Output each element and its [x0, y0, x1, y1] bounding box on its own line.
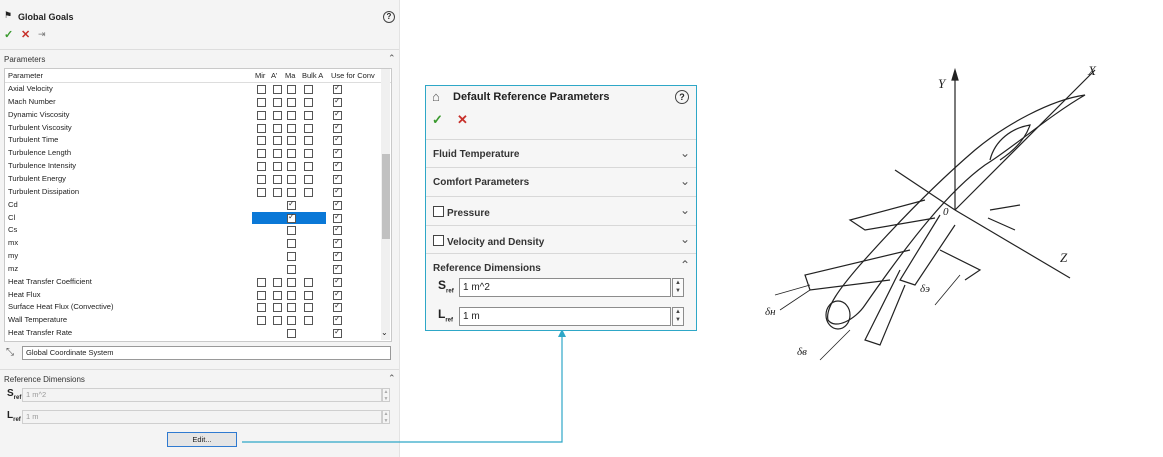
- z-axis-label: Z: [1060, 250, 1068, 265]
- velocity-density-checkbox[interactable]: [433, 235, 444, 246]
- l-ref-label: Lref: [438, 307, 453, 323]
- help-icon[interactable]: ?: [675, 90, 689, 104]
- aircraft-outline: [804, 94, 1086, 346]
- chevron-down-icon[interactable]: ⌄: [680, 232, 690, 246]
- s-ref-label: Sref: [438, 278, 454, 294]
- y-axis-label: Y: [938, 76, 947, 91]
- house-icon: ⌂: [432, 89, 440, 104]
- delta-v-label: δв: [797, 346, 807, 358]
- cancel-button[interactable]: ✕: [457, 112, 468, 128]
- s-ref-input[interactable]: 1 m^2: [459, 278, 671, 297]
- section-reference-dimensions[interactable]: Reference Dimensions ⌃ Sref 1 m^2 ▲ ▼ Lre…: [426, 253, 696, 330]
- origin-label: 0: [943, 206, 949, 218]
- x-axis-line: [954, 69, 1096, 211]
- chevron-down-icon[interactable]: ⌄: [680, 146, 690, 160]
- section-label: Reference Dimensions: [433, 263, 541, 274]
- l-ref-input[interactable]: 1 m: [459, 307, 671, 326]
- section-velocity-density[interactable]: Velocity and Density ⌄: [426, 225, 696, 254]
- delta-e-label: δэ: [920, 283, 930, 295]
- section-label: Pressure: [433, 206, 490, 219]
- section-comfort-parameters[interactable]: Comfort Parameters ⌄: [426, 167, 696, 196]
- chevron-down-icon[interactable]: ⌄: [680, 174, 690, 188]
- default-reference-parameters-dialog: ⌂ Default Reference Parameters ? ✓ ✕ Flu…: [425, 85, 697, 331]
- s-sub: ref: [446, 288, 454, 295]
- section-label: Velocity and Density: [433, 235, 544, 248]
- ok-button[interactable]: ✓: [432, 112, 443, 128]
- section-pressure[interactable]: Pressure ⌄: [426, 196, 696, 225]
- delta-n-label: δн: [765, 306, 776, 318]
- section-label: Comfort Parameters: [433, 177, 530, 188]
- axes: [894, 67, 1096, 279]
- dialog-title: Default Reference Parameters: [453, 91, 610, 103]
- chevron-up-icon[interactable]: ⌃: [680, 258, 690, 272]
- section-label: Fluid Temperature: [433, 149, 520, 160]
- section-fluid-temperature[interactable]: Fluid Temperature ⌄: [426, 139, 696, 168]
- x-axis-label: X: [1087, 63, 1097, 78]
- aircraft-axes-sketch: Y X Z 0 δн δэ δв: [765, 63, 1097, 361]
- pressure-checkbox[interactable]: [433, 206, 444, 217]
- l-sub: ref: [445, 317, 454, 324]
- pressure-label: Pressure: [447, 208, 490, 219]
- y-axis-arrow: [951, 67, 959, 81]
- s-ref-spinner[interactable]: ▲ ▼: [672, 278, 684, 297]
- z-axis-line: [954, 209, 1071, 279]
- chevron-down-icon[interactable]: ⌄: [680, 203, 690, 217]
- s-letter: S: [438, 278, 447, 292]
- l-ref-spinner[interactable]: ▲ ▼: [672, 307, 684, 326]
- velocity-density-label: Velocity and Density: [447, 237, 545, 248]
